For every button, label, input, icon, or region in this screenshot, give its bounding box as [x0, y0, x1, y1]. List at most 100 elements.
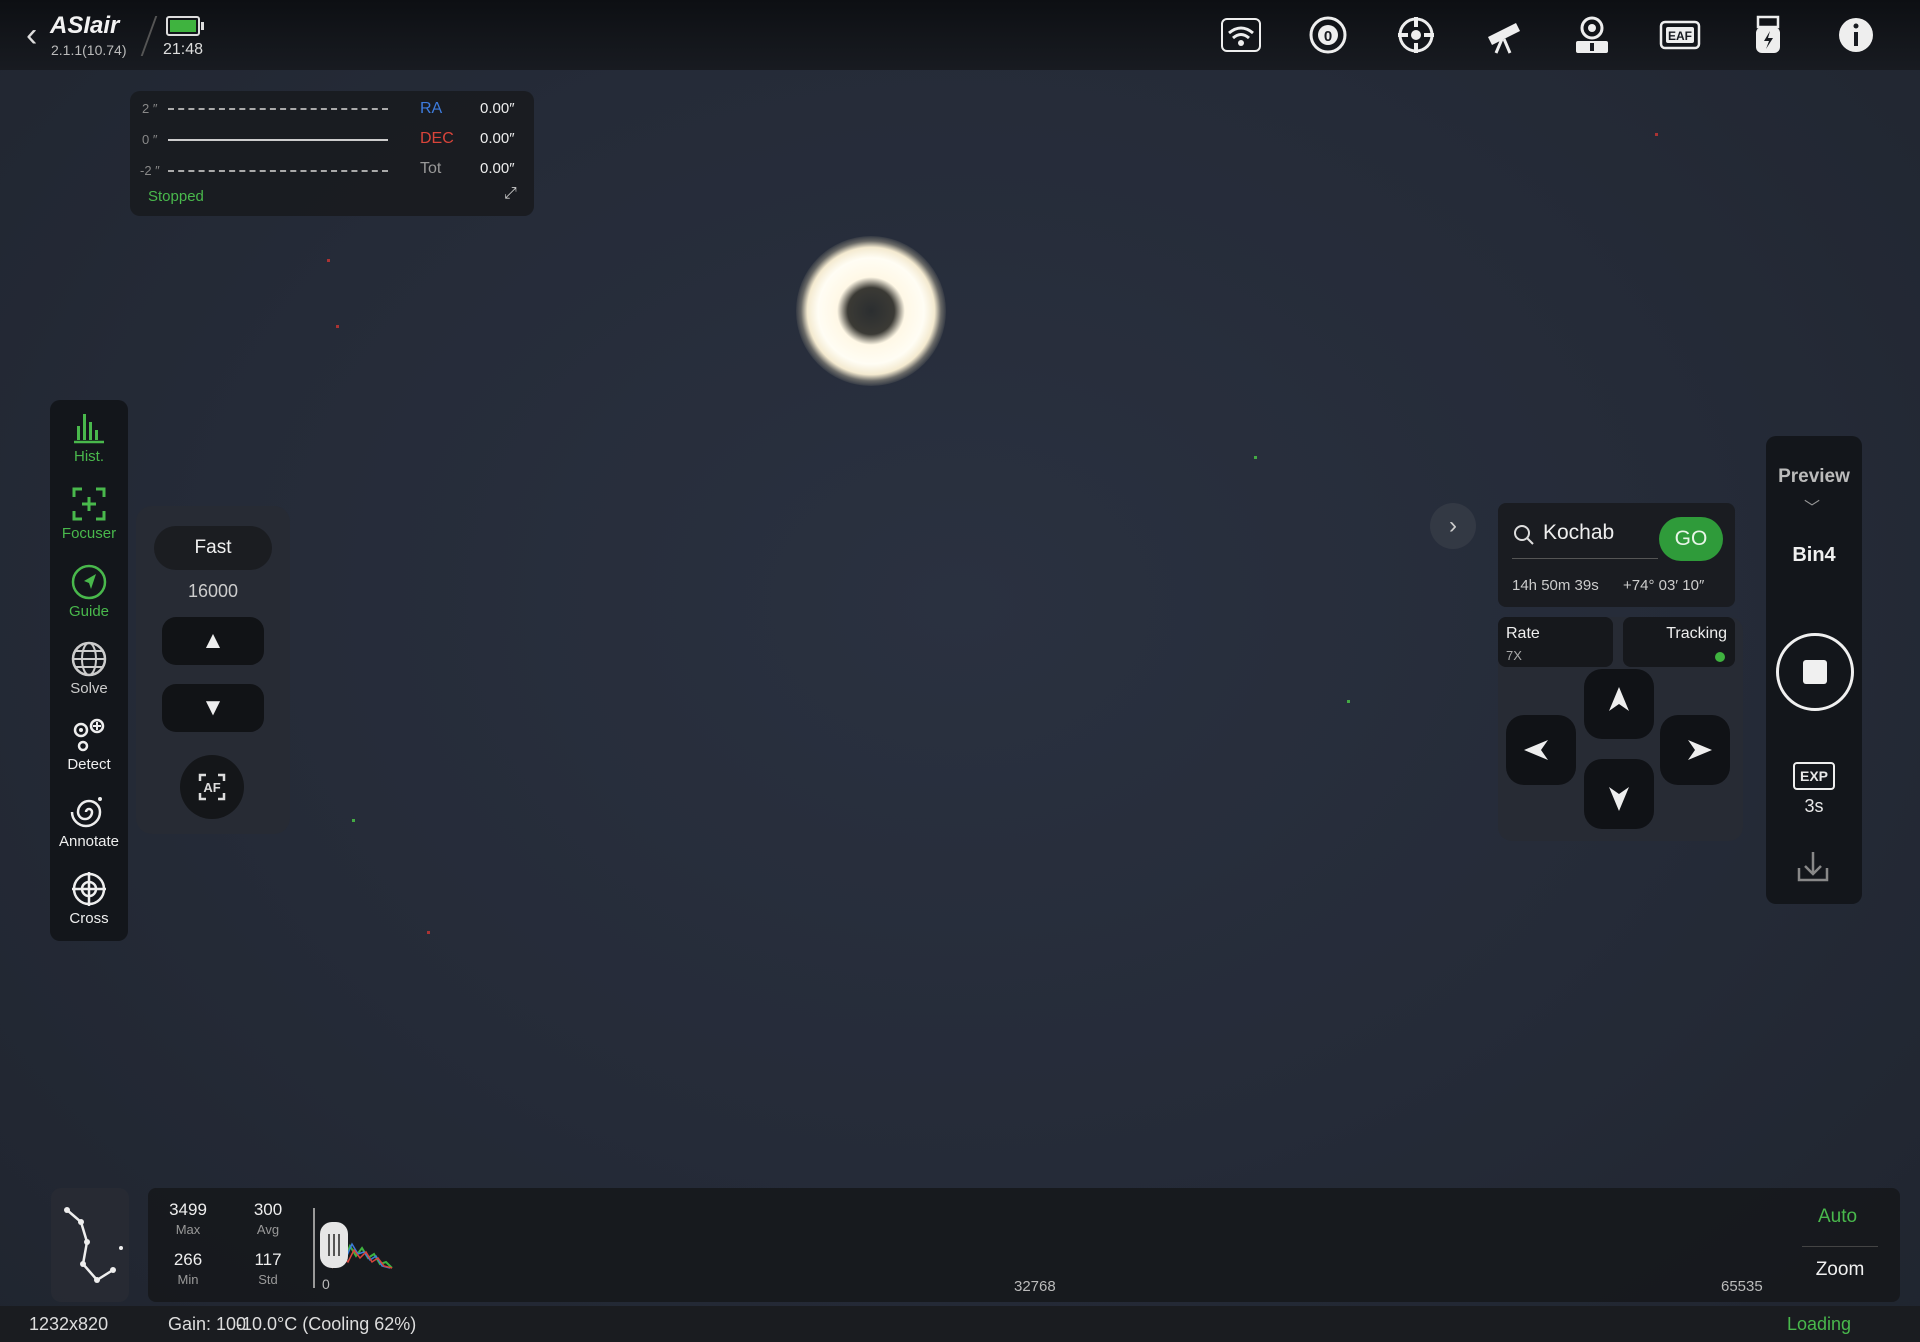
tool-label: Annotate: [58, 833, 120, 850]
noise-pixel: [427, 931, 430, 934]
focuser-panel: Fast 16000 ▲ ▼ AF: [136, 506, 290, 834]
clock: 21:48: [163, 41, 204, 58]
wifi-icon[interactable]: [1219, 13, 1263, 57]
stop-icon: [1803, 660, 1827, 684]
guide-graph[interactable]: 2 ″ 0 ″ -2 ″ RA 0.00″ DEC 0.00″ Tot 0.00…: [130, 91, 534, 216]
tool-focuser[interactable]: Focuser: [50, 485, 128, 542]
mount-east-button[interactable]: [1660, 715, 1730, 785]
rate-selector[interactable]: Rate 7X: [1498, 617, 1613, 667]
tool-label: Cross: [69, 910, 109, 927]
tool-solve[interactable]: Solve: [50, 640, 128, 697]
mount-control: Rate 7X Tracking: [1498, 617, 1743, 841]
focus-in-button[interactable]: ▲: [162, 617, 264, 665]
tool-guide[interactable]: Guide: [50, 563, 128, 620]
search-icon: [1514, 525, 1534, 545]
detect-icon: [73, 718, 105, 752]
arrow-left-icon: [1524, 740, 1548, 760]
tot-value: 0.00″: [480, 160, 515, 177]
telescope-icon[interactable]: [1482, 13, 1526, 57]
annotate-icon: [70, 797, 102, 828]
tool-label: Solve: [70, 680, 108, 697]
resolution: 1232x820: [29, 1314, 109, 1334]
tool-label: Guide: [68, 603, 110, 620]
target-dec: +74° 03′ 10″: [1623, 577, 1705, 594]
auto-stretch-button[interactable]: Auto: [1818, 1206, 1857, 1228]
tot-label: Tot: [420, 160, 442, 177]
hist-max-label: Max: [175, 1222, 201, 1237]
tool-label: Hist.: [74, 448, 104, 465]
capture-mode-selector[interactable]: Preview: [1766, 466, 1862, 488]
globe-icon: [71, 641, 107, 677]
download-icon[interactable]: [1793, 846, 1833, 886]
target-search-field[interactable]: Kochab: [1543, 521, 1614, 545]
hist-std-label: Std: [258, 1272, 278, 1287]
usb-power-icon[interactable]: [1746, 13, 1790, 57]
stop-capture-button[interactable]: [1776, 633, 1854, 711]
autofocus-button[interactable]: AF: [180, 755, 244, 819]
noise-pixel: [327, 259, 330, 262]
exposure-value[interactable]: 3s: [1766, 796, 1862, 817]
crosshair-icon: [72, 872, 106, 906]
hist-min-value: 266: [173, 1250, 203, 1269]
focuser-position: 16000: [187, 581, 239, 601]
hist-scale-min: 0: [322, 1276, 330, 1292]
divider: [140, 16, 158, 56]
focuser-speed-button[interactable]: Fast: [154, 526, 272, 570]
bin-selector[interactable]: Bin4: [1766, 544, 1862, 567]
noise-pixel: [1347, 700, 1350, 703]
focuser-icon: [72, 487, 106, 521]
hist-scale-mid: 32768: [1014, 1278, 1056, 1295]
tracking-toggle[interactable]: Tracking: [1623, 617, 1735, 667]
back-icon[interactable]: ‹: [26, 18, 37, 52]
triangle-up-icon: ▲: [201, 627, 225, 654]
info-icon[interactable]: [1834, 13, 1878, 57]
top-bar: ‹ ASIair 2.1.1(10.74) 21:48 0 EAF: [0, 0, 1920, 70]
grid-line-top: [168, 108, 388, 110]
svg-text:0: 0: [1324, 28, 1332, 45]
tool-histogram[interactable]: Hist.: [50, 408, 128, 465]
expand-graph-icon[interactable]: ⤢: [504, 185, 517, 203]
mount-south-button[interactable]: [1584, 759, 1654, 829]
tool-detect[interactable]: Detect: [50, 716, 128, 773]
loading-status: Loading: [1787, 1314, 1852, 1334]
svg-text:EAF: EAF: [1668, 29, 1692, 43]
dec-label: DEC: [420, 130, 454, 147]
dec-value: 0.00″: [480, 130, 515, 147]
app-logo: ASIair: [50, 12, 120, 39]
hist-std-value: 117: [254, 1250, 282, 1269]
chevron-down-icon[interactable]: ﹀: [1804, 494, 1820, 518]
exposure-icon[interactable]: EXP: [1793, 762, 1835, 790]
black-point-slider[interactable]: [320, 1222, 348, 1268]
sky-atlas-button[interactable]: [51, 1188, 129, 1302]
mount-north-button[interactable]: [1584, 669, 1654, 739]
mount-west-button[interactable]: [1506, 715, 1576, 785]
eaf-icon[interactable]: EAF: [1658, 13, 1702, 57]
tool-sidebar: Hist. Focuser Guide Solve Detect Annotat…: [50, 400, 128, 941]
guide-camera-icon[interactable]: [1570, 13, 1614, 57]
filter-wheel-icon[interactable]: 0: [1306, 13, 1350, 57]
noise-pixel: [352, 819, 355, 822]
noise-pixel: [1655, 133, 1658, 136]
ra-value: 0.00″: [480, 100, 515, 117]
status-bar: 1232x820 Gain: 100 -10.0°C (Cooling 62%)…: [0, 1306, 1920, 1342]
zoom-button[interactable]: Zoom: [1802, 1246, 1878, 1281]
tool-label: Focuser: [61, 525, 117, 542]
svg-text:AF: AF: [203, 780, 220, 795]
expand-panel-button[interactable]: ›: [1430, 503, 1476, 549]
grid-line-zero: [168, 139, 388, 141]
tool-cross[interactable]: Cross: [50, 870, 128, 927]
tool-label: Detect: [67, 756, 111, 773]
tool-annotate[interactable]: Annotate: [50, 793, 128, 850]
battery-icon: [166, 16, 204, 36]
go-button[interactable]: GO: [1659, 517, 1723, 561]
histogram-icon: [74, 414, 104, 444]
noise-pixel: [336, 325, 339, 328]
rate-label: Rate: [1506, 625, 1540, 642]
triangle-down-icon: ▼: [201, 694, 225, 721]
camera-cooler-icon[interactable]: [1394, 13, 1438, 57]
app-version: 2.1.1(10.74): [51, 42, 127, 58]
hist-scale-max: 65535: [1721, 1278, 1763, 1295]
focus-out-button[interactable]: ▼: [162, 684, 264, 732]
hist-avg-value: 300: [253, 1200, 283, 1219]
star-image: [796, 236, 946, 386]
